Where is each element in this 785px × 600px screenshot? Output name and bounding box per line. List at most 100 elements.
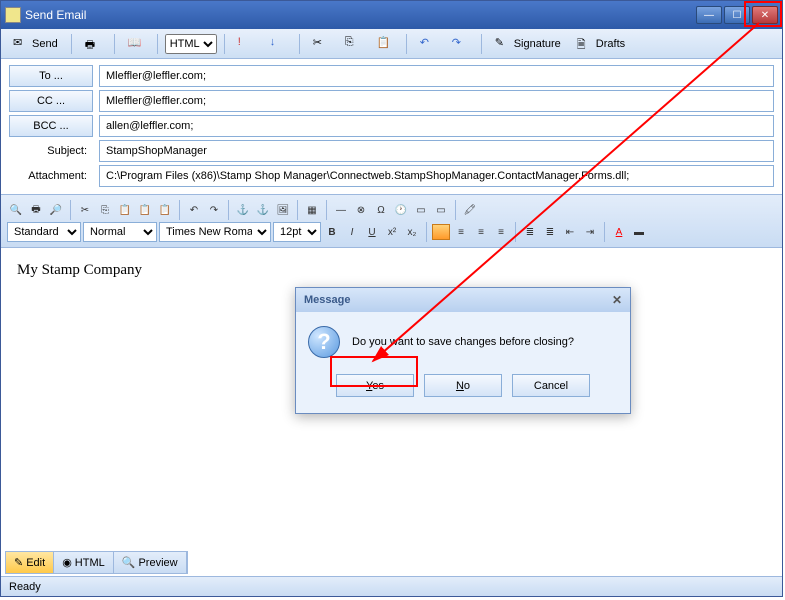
paste-icon: 📋 [377,36,393,52]
format-select[interactable]: HTML [165,34,217,54]
subject-input[interactable] [99,140,774,162]
maximize-button[interactable]: ☐ [724,6,750,24]
print-icon: 🖶 [85,36,101,52]
italic-button[interactable]: I [343,223,361,241]
fields-area: To ... CC ... BCC ... Subject: Attachmen… [1,59,782,194]
paste-plain-icon[interactable]: 📋 [156,201,174,219]
highlight-icon[interactable]: 🖍 [461,201,479,219]
to-button[interactable]: To ... [9,65,93,87]
para-select[interactable]: Normal [83,222,157,242]
outdent-button[interactable]: ⇤ [561,223,579,241]
to-input[interactable] [99,65,774,87]
subscript-button[interactable]: x₂ [403,223,421,241]
minimize-button[interactable]: — [696,6,722,24]
remove-format-icon[interactable]: ⊗ [352,201,370,219]
priority-low-button[interactable]: ↓ [264,33,292,55]
font-select[interactable]: Times New Roman [159,222,271,242]
html-icon: ◉ [62,556,72,569]
paste-button[interactable]: 📋 [371,33,399,55]
copy-button[interactable]: ⎘ [339,33,367,55]
paste2-icon[interactable]: 📋 [116,201,134,219]
cc-button[interactable]: CC ... [9,90,93,112]
print2-icon[interactable]: 🖶 [27,201,45,219]
superscript-button[interactable]: x² [383,223,401,241]
dialog-close-icon[interactable]: ✕ [612,293,622,307]
paste-special-icon[interactable]: 📋 [136,201,154,219]
align-left-button[interactable] [432,224,450,240]
yes-button[interactable]: Yes [336,374,414,397]
pencil-icon: ✎ [14,556,23,569]
magnify-icon: 🔍 [122,556,136,569]
form-icon[interactable]: ▭ [432,201,450,219]
preview-icon[interactable]: 🔎 [47,201,65,219]
window-title: Send Email [25,8,696,22]
dialog-text: Do you want to save changes before closi… [352,336,574,348]
bg-color-button[interactable]: ▬ [630,223,648,241]
align-justify-button[interactable]: ≡ [492,223,510,241]
redo-button[interactable]: ↷ [446,33,474,55]
undo-button[interactable]: ↶ [414,33,442,55]
cut2-icon[interactable]: ✂ [76,201,94,219]
date-icon[interactable]: 🕐 [392,201,410,219]
find-icon[interactable]: 🔍 [7,201,25,219]
undo2-icon[interactable]: ↶ [185,201,203,219]
question-icon: ? [308,326,340,358]
image-icon[interactable]: 🖼 [274,201,292,219]
redo2-icon[interactable]: ↷ [205,201,223,219]
list-ol-button[interactable]: ≣ [521,223,539,241]
send-button[interactable]: ✉Send [7,33,64,55]
size-select[interactable]: 12pt [273,222,321,242]
undo-icon: ↶ [420,36,436,52]
font-color-button[interactable]: A [610,223,628,241]
attachment-input[interactable] [99,165,774,187]
copy-icon: ⎘ [345,36,361,52]
align-right-button[interactable]: ≡ [472,223,490,241]
dialog-titlebar[interactable]: Message ✕ [296,288,630,312]
priority-high-button[interactable]: ! [232,33,260,55]
main-toolbar: ✉Send 🖶 📖 HTML ! ↓ ✂ ⎘ 📋 ↶ ↷ ✎Signature … [1,29,782,59]
bold-button[interactable]: B [323,223,341,241]
print-button[interactable]: 🖶 [79,33,107,55]
list-ul-button[interactable]: ≣ [541,223,559,241]
no-button[interactable]: No [424,374,502,397]
bcc-button[interactable]: BCC ... [9,115,93,137]
attachment-label: Attachment: [9,165,93,187]
body-text: My Stamp Company [17,262,142,278]
cc-input[interactable] [99,90,774,112]
status-bar: Ready [1,576,782,596]
copy2-icon[interactable]: ⎘ [96,201,114,219]
link-icon[interactable]: ⚓ [234,201,252,219]
tab-edit[interactable]: ✎Edit [6,552,54,573]
exclaim-icon: ! [238,36,254,52]
signature-button[interactable]: ✎Signature [489,33,567,55]
view-tabs: ✎Edit ◉HTML 🔍Preview [5,551,188,574]
editor-toolbar: 🔍 🖶 🔎 ✂ ⎘ 📋 📋 📋 ↶ ↷ ⚓ ⚓ 🖼 ▦ — ⊗ Ω 🕐 ▭ ▭ [1,194,782,248]
tab-html[interactable]: ◉HTML [54,552,114,573]
field-icon[interactable]: ▭ [412,201,430,219]
send-icon: ✉ [13,36,29,52]
indent-button[interactable]: ⇥ [581,223,599,241]
close-button[interactable]: ✕ [752,6,778,24]
symbol-icon[interactable]: Ω [372,201,390,219]
tab-preview[interactable]: 🔍Preview [114,552,187,573]
pen-icon: ✎ [495,36,511,52]
addressbook-button[interactable]: 📖 [122,33,150,55]
dialog-title: Message [304,294,350,306]
style-select[interactable]: Standard [7,222,81,242]
subject-label: Subject: [9,140,93,162]
table-icon[interactable]: ▦ [303,201,321,219]
app-icon [5,7,21,23]
bcc-input[interactable] [99,115,774,137]
message-dialog: Message ✕ ? Do you want to save changes … [295,287,631,414]
hr-icon[interactable]: — [332,201,350,219]
unlink-icon[interactable]: ⚓ [254,201,272,219]
arrow-down-icon: ↓ [270,36,286,52]
drafts-button[interactable]: 🗎Drafts [571,33,631,55]
cancel-button[interactable]: Cancel [512,374,590,397]
cut-button[interactable]: ✂ [307,33,335,55]
underline-button[interactable]: U [363,223,381,241]
align-center-button[interactable]: ≡ [452,223,470,241]
book-icon: 📖 [128,36,144,52]
cut-icon: ✂ [313,36,329,52]
titlebar[interactable]: Send Email — ☐ ✕ [1,1,782,29]
